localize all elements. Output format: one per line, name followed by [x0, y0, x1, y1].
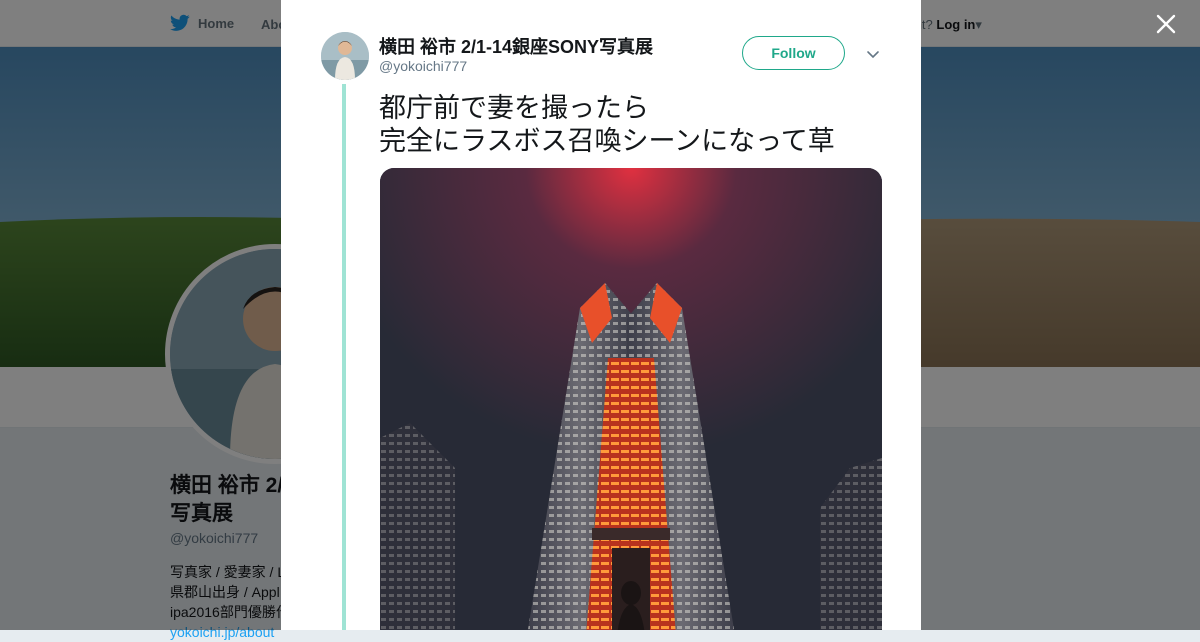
- follow-button[interactable]: Follow: [742, 36, 845, 70]
- author-name[interactable]: 横田 裕市 2/1-14銀座SONY写真展: [379, 33, 653, 59]
- thread-line: [342, 84, 346, 630]
- tweet-photo[interactable]: [380, 168, 882, 630]
- author-handle[interactable]: @yokoichi777: [379, 58, 467, 74]
- close-icon[interactable]: [1154, 12, 1178, 36]
- tweet-modal: 横田 裕市 2/1-14銀座SONY写真展 @yokoichi777 Follo…: [281, 0, 921, 630]
- tweet-text: 都庁前で妻を撮ったら 完全にラスボス召喚シーンになって草: [379, 92, 835, 158]
- chevron-down-icon[interactable]: [865, 46, 881, 62]
- tweet-text-line: 都庁前で妻を撮ったら: [379, 93, 649, 123]
- author-avatar[interactable]: [321, 32, 369, 80]
- tweet-text-line: 完全にラスボス召喚シーンになって草: [379, 126, 835, 156]
